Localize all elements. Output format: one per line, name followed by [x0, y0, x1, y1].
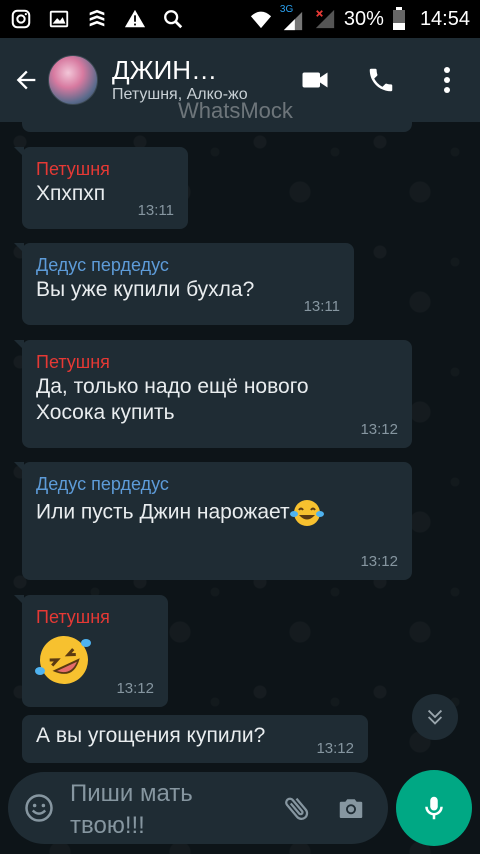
message-time: 13:12 [360, 553, 398, 570]
compose-bar: Пиши мать твою!!! [8, 772, 388, 844]
message-sender: Петушня [36, 159, 110, 179]
message-sender: Дедус пердедус [36, 255, 169, 275]
message-list[interactable]: Петушня Хпхпхп 13:11 Дедус пердедус Вы у… [0, 122, 480, 854]
warning-icon [124, 9, 146, 28]
watermark: WhatsMock [178, 98, 293, 123]
chat-title: ДЖИН… [112, 55, 218, 85]
emoji-icon [25, 794, 53, 822]
search-icon [164, 10, 183, 29]
more-options-button[interactable] [414, 38, 480, 122]
double-chevron-down-icon [427, 709, 443, 725]
no-signal-icon [315, 9, 335, 29]
more-vert-icon [444, 67, 450, 93]
attach-button[interactable] [270, 772, 324, 844]
avatar[interactable] [48, 55, 98, 105]
mic-icon [425, 796, 443, 820]
message-text: Или пусть Джин нарожает [36, 500, 290, 524]
message-time: 13:12 [116, 680, 154, 697]
wifi-icon [250, 11, 271, 29]
battery-percent: 30% [343, 7, 384, 30]
phone-icon [369, 68, 393, 92]
message-time: 13:11 [303, 298, 340, 315]
message-sender: Петушня [36, 607, 110, 627]
message-input[interactable]: Пиши мать твою!!! [70, 772, 270, 844]
rofl-emoji [35, 636, 91, 684]
back-arrow-icon [16, 70, 36, 90]
placeholder-line: твою!!! [70, 812, 145, 839]
emoji-button[interactable] [8, 772, 70, 844]
message-text-line: Да, только надо ещё нового [36, 375, 309, 398]
message-bubble[interactable]: Дедус пердедус Или пусть Джин нарожает 1… [14, 462, 412, 580]
status-bar: 3G 30% 14:54 [0, 0, 480, 38]
message-bubble[interactable]: А вы угощения купили? 13:12 [22, 715, 368, 763]
message-bubble[interactable]: Дедус пердедус Вы уже купили бухла? 13:1… [14, 243, 354, 325]
message-sender: Петушня [36, 352, 110, 372]
message-time: 13:12 [360, 421, 398, 438]
back-button[interactable] [4, 38, 48, 122]
signal-icon: 3G [280, 4, 306, 32]
instagram-icon [11, 9, 31, 29]
video-call-icon [302, 72, 328, 88]
message-time: 13:12 [316, 740, 354, 757]
attach-icon [285, 797, 309, 820]
voice-call-button[interactable] [348, 38, 414, 122]
status-time: 14:54 [419, 7, 470, 30]
vpn-icon [89, 9, 105, 27]
placeholder-line: Пиши мать [70, 780, 193, 807]
message-text: А вы угощения купили? [36, 724, 266, 747]
battery-icon [392, 7, 405, 30]
message-time: 13:11 [137, 202, 174, 219]
camera-icon [339, 799, 363, 818]
message-bubble[interactable]: Петушня Да, только надо ещё нового Хосок… [14, 340, 412, 448]
message-bubble[interactable]: Петушня Хпхпхп 13:11 [14, 147, 188, 229]
tears-of-joy-emoji [289, 500, 324, 526]
message-text-line: Хосока купить [36, 401, 175, 424]
message-bubble[interactable]: Петушня 13:12 [14, 595, 168, 707]
gallery-icon [49, 10, 69, 28]
message-sender: Дедус пердедус [36, 474, 169, 494]
message-text: Вы уже купили бухла? [36, 278, 255, 301]
scroll-down-button[interactable] [412, 694, 458, 740]
voice-record-button[interactable] [396, 770, 472, 846]
camera-button[interactable] [324, 772, 378, 844]
